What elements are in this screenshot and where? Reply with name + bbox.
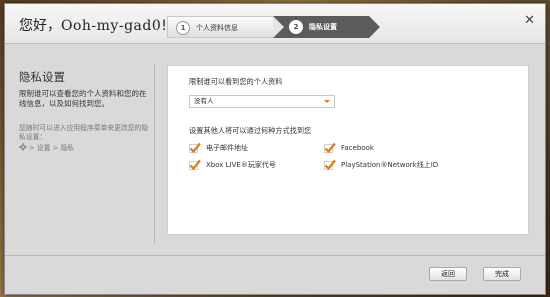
sidebar-title: 隐私设置 — [19, 70, 65, 84]
privacy-panel: 限制谁可以看到您的个人资料 没有人 设置其他人将可以通过何种方式找到您 电子邮件… — [167, 65, 529, 235]
checkmark-icon — [189, 159, 201, 171]
step-number-2: 2 — [289, 20, 303, 34]
step-label-privacy-settings: 隐私设置 — [309, 23, 337, 31]
settings-path-text: > 设置 > 隐私 — [29, 144, 75, 152]
greeting-prefix: 您好， — [19, 17, 61, 33]
profile-visibility-label: 限制谁可以看到您的个人资料 — [189, 77, 283, 86]
checkmark-icon — [324, 159, 336, 171]
xbox-live-option-label: Xbox LIVE®玩家代号 — [206, 161, 276, 169]
setup-dialog: 您好，Ooh-my-gad0! 1 个人资料信息 2 隐私设置 ✕ 隐私设置 限… — [4, 3, 546, 295]
gear-icon — [19, 143, 27, 151]
xbox-live-checkbox[interactable] — [189, 159, 201, 171]
find-me-label: 设置其他人将可以通过何种方式找到您 — [189, 126, 312, 135]
back-button[interactable]: 返回 — [429, 267, 467, 281]
settings-path: > 设置 > 隐私 — [19, 142, 74, 152]
email-option-label: 电子邮件地址 — [206, 144, 248, 152]
sidebar: 隐私设置 限制谁可以查看您的个人资料和您的在线信息，以及如何找到您。 您随时可以… — [5, 45, 153, 255]
close-icon[interactable]: ✕ — [524, 13, 535, 28]
username: Ooh-my-gad0 — [61, 18, 162, 34]
profile-visibility-dropdown[interactable]: 没有人 — [189, 95, 335, 108]
email-checkbox[interactable] — [189, 142, 201, 154]
step-number-1: 1 — [176, 21, 190, 35]
step-profile-info[interactable]: 1 个人资料信息 — [167, 16, 284, 38]
psn-checkbox[interactable] — [324, 159, 336, 171]
step-privacy-settings[interactable]: 2 隐私设置 — [273, 16, 380, 38]
sidebar-hint: 您随时可以进入应用程序菜单来更改您的隐私设置： — [19, 124, 149, 141]
sidebar-description: 限制谁可以查看您的个人资料和您的在线信息，以及如何找到您。 — [19, 89, 147, 108]
greeting: 您好，Ooh-my-gad0! — [19, 15, 167, 35]
footer-divider — [5, 255, 545, 256]
done-button[interactable]: 完成 — [483, 267, 521, 281]
facebook-option-label: Facebook — [341, 144, 374, 152]
divider — [154, 64, 155, 244]
profile-visibility-value: 没有人 — [194, 97, 214, 105]
dialog-header: 您好，Ooh-my-gad0! 1 个人资料信息 2 隐私设置 ✕ — [5, 4, 545, 44]
psn-option-label: PlayStation®Network线上ID — [341, 161, 439, 169]
chevron-down-icon — [324, 100, 330, 103]
checkmark-icon — [189, 142, 201, 154]
checkmark-icon — [324, 142, 336, 154]
step-label-profile-info: 个人资料信息 — [196, 24, 238, 32]
facebook-checkbox[interactable] — [324, 142, 336, 154]
